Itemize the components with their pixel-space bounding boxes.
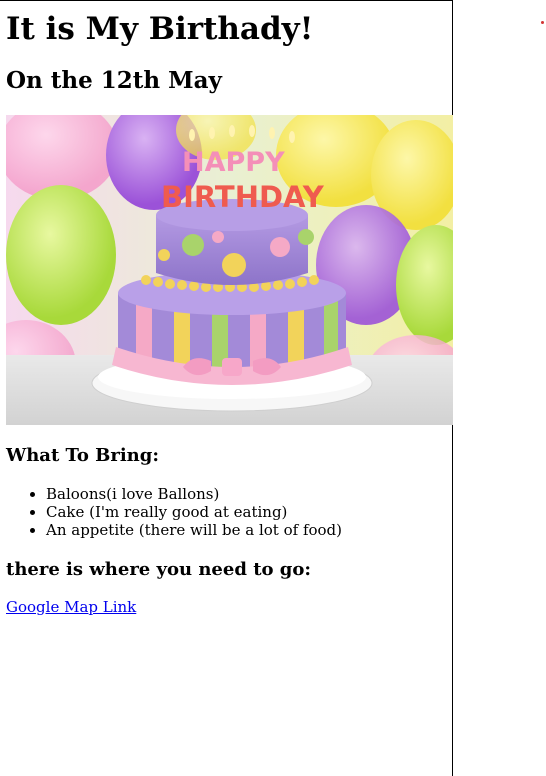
topper-birthday-text: BIRTHDAY	[161, 180, 325, 214]
list-item: Cake (I'm really good at eating)	[46, 503, 342, 521]
page-title: It is My Birthady!	[6, 11, 314, 47]
page-subtitle: On the 12th May	[6, 67, 222, 94]
directions-heading: there is where you need to go:	[6, 559, 312, 580]
topper-happy-text: HAPPY	[182, 147, 285, 178]
birthday-cake-image: HAPPY BIRTHDAY	[6, 115, 453, 425]
list-item: An appetite (there will be a lot of food…	[46, 521, 342, 539]
page-frame: It is My Birthady! On the 12th May HAPPY…	[0, 0, 453, 776]
bring-list: Baloons(i love Ballons) Cake (I'm really…	[6, 485, 342, 539]
red-dot-marker	[541, 21, 544, 24]
what-to-bring-heading: What To Bring:	[6, 445, 159, 466]
google-map-link[interactable]: Google Map Link	[6, 598, 136, 616]
list-item: Baloons(i love Ballons)	[46, 485, 342, 503]
